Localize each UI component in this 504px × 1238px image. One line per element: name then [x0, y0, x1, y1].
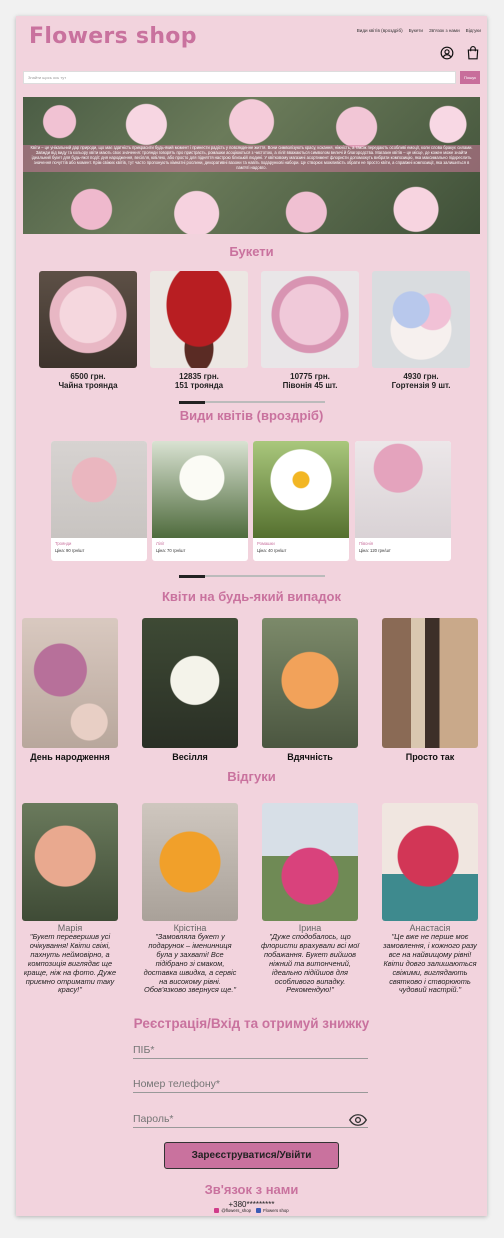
user-circle-icon[interactable] [440, 46, 454, 60]
social-links: @flowers_shop Flowers shop [16, 1208, 487, 1213]
flower-name: Ромашки [257, 541, 275, 546]
scrollbar-thumb[interactable] [179, 400, 206, 404]
nav-link-bouquets[interactable]: Букети [409, 28, 423, 33]
review-text: "Букет перевершив усі очікування! Квіти … [23, 932, 117, 995]
review-image [22, 803, 118, 921]
occasion-image [142, 618, 238, 748]
bouquet-name: Гортензія 9 шт. [391, 381, 451, 390]
eye-icon[interactable] [349, 1113, 367, 1127]
occasion-label: Просто так [405, 752, 455, 762]
facebook-handle: Flowers shop [263, 1208, 289, 1213]
bouquet-card[interactable]: 12835 грн. 151 троянда [150, 271, 248, 390]
password-field[interactable] [133, 1112, 368, 1128]
nav-link-flower-types[interactable]: Види квітів (вроздріб) [357, 28, 403, 33]
register-title: Реєстрація/Вхід та отримуй знижку [133, 1016, 370, 1031]
scrollbar-thumb[interactable] [179, 574, 206, 578]
phone-field[interactable] [133, 1077, 368, 1093]
flower-price: Ціна: 40 грн/шт [257, 548, 287, 553]
nav-link-contact[interactable]: Зв'язок з нами [429, 28, 460, 33]
occasion-label: Весілля [172, 752, 208, 762]
bouquet-card[interactable]: 10775 грн. Півонія 45 шт. [261, 271, 359, 390]
occasion-card[interactable]: День народження [22, 618, 118, 762]
bouquets-title: Букети [229, 244, 274, 259]
bouquet-price: 4930 грн. [403, 372, 439, 381]
flower-name: Півонія [359, 541, 373, 546]
flower-price: Ціна: 70 грн/шт [156, 548, 186, 553]
occasion-card[interactable]: Весілля [142, 618, 238, 762]
flowers-title: Види квітів (вроздріб) [179, 408, 324, 423]
occasion-label: Вдячність [287, 752, 333, 762]
instagram-link[interactable]: @flowers_shop [214, 1208, 251, 1213]
occasion-image [382, 618, 478, 748]
bouquet-price: 6500 грн. [70, 372, 106, 381]
occasion-image [262, 618, 358, 748]
review-image [142, 803, 238, 921]
hero-banner: Квіти – це унікальний дар природи, що ма… [23, 97, 480, 234]
flower-name: Лілії [156, 541, 165, 546]
review-card: Ірина "Дуже сподобалось, що флористи вра… [260, 803, 360, 995]
bouquet-image [150, 271, 248, 368]
flower-card[interactable]: Троянди Ціна: 90 грн/шт [51, 441, 147, 561]
full-name-field[interactable] [133, 1043, 368, 1059]
review-card: Марія "Букет перевершив усі очікування! … [20, 803, 120, 995]
flower-price: Ціна: 120 грн/шт [359, 548, 391, 553]
shopping-bag-icon[interactable] [466, 46, 480, 60]
bouquet-name: Чайна троянда [58, 381, 118, 390]
bouquet-image [372, 271, 470, 368]
occasion-label: День народження [30, 752, 110, 762]
review-image [262, 803, 358, 921]
bouquet-card[interactable]: 4930 грн. Гортензія 9 шт. [372, 271, 470, 390]
flower-price: Ціна: 90 грн/шт [55, 548, 85, 553]
review-text: "Це вже не перше моє замовлення, і кожно… [383, 932, 477, 995]
facebook-link[interactable]: Flowers shop [256, 1208, 289, 1213]
flower-image [253, 441, 349, 538]
hero-text: Квіти – це унікальний дар природи, що ма… [23, 145, 480, 172]
reviews-title: Відгуки [227, 769, 276, 784]
review-card: Крістіна "Замовляла букет у подарунок – … [140, 803, 240, 995]
page: Flowers shop Види квітів (вроздріб) Буке… [16, 16, 487, 1216]
flower-image [51, 441, 147, 538]
logo[interactable]: Flowers shop [29, 24, 197, 49]
occasions-title: Квіти на будь-який випадок [162, 589, 341, 604]
review-image [382, 803, 478, 921]
bouquet-name: 151 троянда [174, 381, 224, 390]
register-button[interactable]: Зареєструватися/Увійти [164, 1142, 339, 1169]
occasion-image [22, 618, 118, 748]
contact-title: Зв'язок з нами [204, 1182, 299, 1197]
bouquet-image [261, 271, 359, 368]
facebook-icon [256, 1208, 262, 1213]
flower-image [355, 441, 451, 538]
bouquets-scrollbar[interactable] [179, 400, 325, 404]
search-button[interactable]: Пошук [460, 71, 480, 84]
instagram-icon [214, 1208, 220, 1213]
bouquet-price: 10775 грн. [290, 372, 330, 381]
bouquet-card[interactable]: 6500 грн. Чайна троянда [39, 271, 137, 390]
top-nav: Види квітів (вроздріб) Букети Зв'язок з … [357, 28, 481, 33]
flower-card[interactable]: Лілії Ціна: 70 грн/шт [152, 441, 248, 561]
flower-card[interactable]: Півонія Ціна: 120 грн/шт [355, 441, 451, 561]
bouquet-price: 12835 грн. [179, 372, 219, 381]
review-text: "Дуже сподобалось, що флористи врахували… [261, 932, 359, 995]
flower-image [152, 441, 248, 538]
instagram-handle: @flowers_shop [221, 1208, 252, 1213]
review-text: "Замовляла букет у подарунок – іменинниц… [143, 932, 237, 995]
bouquet-name: Півонія 45 шт. [282, 381, 338, 390]
flower-name: Троянди [55, 541, 72, 546]
bouquet-image [39, 271, 137, 368]
nav-link-reviews[interactable]: Відгуки [466, 28, 481, 33]
search-input[interactable]: Знайти щось ось тут [23, 71, 456, 84]
header-icons [440, 46, 480, 60]
occasion-card[interactable]: Просто так [382, 618, 478, 762]
review-card: Анастасія "Це вже не перше моє замовленн… [380, 803, 480, 995]
occasion-card[interactable]: Вдячність [262, 618, 358, 762]
flowers-scrollbar[interactable] [179, 574, 325, 578]
flower-card[interactable]: Ромашки Ціна: 40 грн/шт [253, 441, 349, 561]
